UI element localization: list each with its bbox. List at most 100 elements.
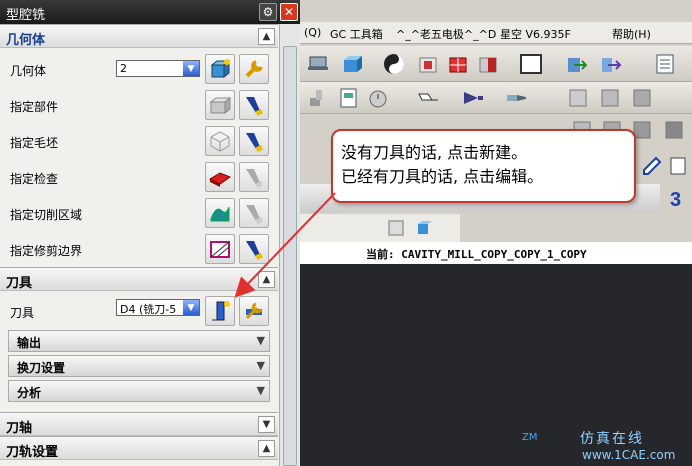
chevron-down-icon[interactable]: ▼ — [257, 334, 265, 347]
settings-gear-icon[interactable]: ⚙ — [259, 3, 277, 21]
cube-small-icon[interactable] — [412, 216, 438, 240]
grid-tool-3-icon[interactable] — [630, 86, 656, 110]
split-block-icon[interactable] — [476, 52, 502, 76]
timer-icon[interactable] — [366, 86, 392, 110]
selection-bar — [300, 214, 460, 242]
edit-tool-button[interactable] — [239, 296, 269, 326]
section-tool-axis[interactable]: 刀轴 ▼ — [0, 412, 278, 436]
cube-icon[interactable] — [340, 52, 366, 76]
specify-blank-row: 指定毛坯 — [0, 124, 278, 158]
section-toolpath-settings-label: 刀轨设置 — [6, 445, 59, 460]
subsection-analysis-label: 分析 — [17, 386, 42, 400]
show-check-button[interactable] — [239, 162, 269, 192]
menu-item-electrode[interactable]: ^_^老五电极^_^D — [396, 26, 496, 42]
select-check-button[interactable] — [205, 162, 235, 192]
chevron-down-icon[interactable]: ▼ — [183, 61, 199, 76]
new-tool-icon — [212, 301, 230, 321]
geometry-select-value: 2 — [120, 62, 127, 75]
close-icon[interactable]: ✕ — [280, 3, 298, 21]
new-tool-button[interactable] — [205, 296, 235, 326]
flashlight-disabled-icon — [246, 205, 263, 224]
zm-axis-label: ZM — [522, 432, 538, 443]
select-trim-button[interactable] — [205, 234, 235, 264]
geometry-row: 几何体 2 ▼ — [0, 52, 278, 86]
watermark: 仿真在线 www.1CAE.com — [570, 426, 692, 466]
show-cut-area-button[interactable] — [239, 198, 269, 228]
file-icon[interactable] — [666, 154, 692, 178]
section-toolpath-settings[interactable]: 刀轨设置 ▲ — [0, 436, 278, 460]
nozzle-icon[interactable] — [504, 86, 530, 110]
geometry-select[interactable]: 2 ▼ — [116, 60, 200, 77]
grid-d-icon[interactable] — [662, 118, 688, 142]
wrench-icon — [245, 60, 263, 78]
menu-item-q[interactable]: (Q) — [304, 26, 321, 39]
red-block-icon[interactable] — [446, 52, 472, 76]
chevron-down-icon[interactable]: ▼ — [257, 384, 265, 397]
annotation-callout: 没有刀具的话, 点击新建。 已经有刀具的话, 点击编辑。 — [331, 129, 636, 203]
specify-trim-row: 指定修剪边界 — [0, 232, 278, 266]
collapse-chevron-up-icon[interactable]: ▲ — [258, 271, 275, 288]
collapse-chevron-up-icon[interactable]: ▲ — [258, 28, 275, 45]
watermark-title: 仿真在线 — [580, 431, 644, 447]
current-operation-value: CAVITY_MILL_COPY_COPY_1_COPY — [401, 248, 587, 261]
svg-text:3: 3 — [670, 189, 681, 210]
swirl-icon[interactable] — [382, 52, 408, 76]
tool-label: 刀具 — [10, 306, 35, 320]
dialog-content: 几何体 ▲ 几何体 2 ▼ 指定部件 指定毛坯 指定检查 指定切削区域 指定修剪… — [0, 24, 278, 466]
play-path-icon[interactable] — [460, 86, 486, 110]
menu-item-xingkong[interactable]: 星空 V6.935F — [500, 26, 571, 42]
section-geometry[interactable]: 几何体 ▲ — [0, 24, 278, 48]
geometry-label: 几何体 — [10, 64, 47, 78]
show-trim-button[interactable] — [239, 234, 269, 264]
shell-icon[interactable] — [416, 52, 442, 76]
flashlight-icon — [246, 97, 263, 116]
robot-arm-icon[interactable] — [306, 86, 332, 110]
laptop-icon[interactable] — [306, 52, 332, 76]
report-icon[interactable] — [336, 86, 362, 110]
check-geometry-icon — [208, 172, 232, 187]
move-face-icon[interactable] — [564, 52, 590, 76]
cut-path-icon[interactable] — [416, 86, 442, 110]
tool-select[interactable]: D4 (铣刀-5 ▼ — [116, 299, 200, 316]
select-part-button[interactable] — [205, 90, 235, 120]
graphics-viewport[interactable]: ZM 仿真在线 www.1CAE.com — [300, 264, 692, 466]
show-part-button[interactable] — [239, 90, 269, 120]
specify-part-label: 指定部件 — [10, 100, 59, 114]
specify-blank-label: 指定毛坯 — [10, 136, 59, 150]
edit-geometry-button[interactable] — [239, 54, 269, 84]
menu-item-help[interactable]: 帮助(H) — [612, 26, 651, 42]
section-tool[interactable]: 刀具 ▲ — [0, 267, 278, 291]
dialog-titlebar: 型腔铣 ⚙ ✕ — [0, 0, 300, 24]
chevron-down-icon[interactable]: ▼ — [183, 300, 199, 315]
new-geometry-button[interactable] — [205, 54, 235, 84]
subsection-analysis[interactable]: 分析 ▼ — [8, 380, 270, 402]
callout-line-2: 已经有刀具的话, 点击编辑。 — [341, 167, 544, 186]
book-icon[interactable] — [384, 216, 410, 240]
specify-check-label: 指定检查 — [10, 172, 59, 186]
flashlight-icon — [246, 133, 263, 152]
vertical-scrollbar[interactable] — [279, 24, 300, 466]
subsection-tool-change[interactable]: 换刀设置 ▼ — [8, 355, 270, 377]
trim-boundary-icon — [210, 241, 230, 258]
nx-main-window: (Q) GC 工具箱 ^_^老五电极^_^D 星空 V6.935F 帮助(H) — [300, 0, 692, 466]
chevron-down-icon[interactable]: ▼ — [258, 416, 275, 433]
menu-item-gc-toolbox[interactable]: GC 工具箱 — [330, 26, 383, 42]
chevron-down-icon[interactable]: ▼ — [257, 359, 265, 372]
chevron-up-icon[interactable]: ▲ — [258, 440, 275, 457]
toolbar-row-1 — [300, 46, 692, 82]
select-blank-button[interactable] — [205, 126, 235, 156]
pencil-icon[interactable] — [640, 154, 666, 178]
subsection-output[interactable]: 输出 ▼ — [8, 330, 270, 352]
section-tool-axis-label: 刀轴 — [6, 421, 33, 436]
specify-trim-label: 指定修剪边界 — [10, 244, 83, 258]
extrude-arrow-icon[interactable] — [598, 52, 624, 76]
watermark-url: www.1CAE.com — [582, 448, 676, 462]
scrollbar-thumb[interactable] — [283, 46, 297, 466]
grid-tool-icon[interactable] — [566, 86, 592, 110]
show-blank-button[interactable] — [239, 126, 269, 156]
select-cut-area-button[interactable] — [205, 198, 235, 228]
document-list-icon[interactable] — [652, 52, 678, 76]
number-three-icon[interactable]: 3 — [666, 186, 692, 211]
frame-icon[interactable] — [518, 52, 544, 76]
grid-tool-2-icon[interactable] — [598, 86, 624, 110]
